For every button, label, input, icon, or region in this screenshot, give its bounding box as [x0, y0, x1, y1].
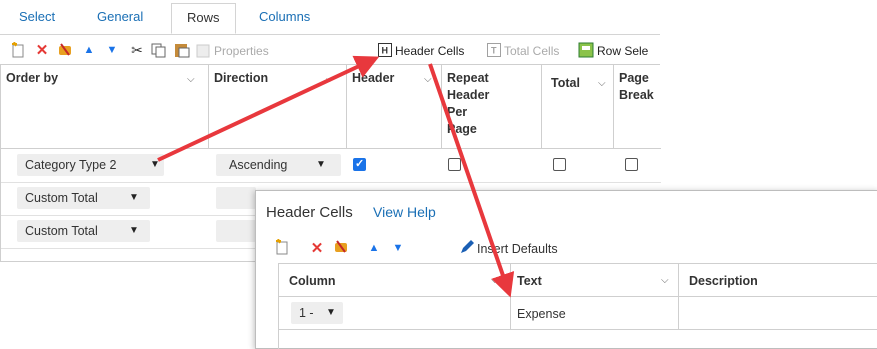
move-down-icon[interactable]: ▼	[104, 42, 120, 58]
direction-dropdown[interactable]: Ascending ▼	[216, 154, 341, 176]
text-cell[interactable]: Expense	[511, 297, 679, 330]
column-header-label: Header	[352, 71, 395, 85]
delete-icon[interactable]: ✕	[34, 42, 50, 59]
column-header-header[interactable]: Header ⌵	[347, 65, 442, 149]
tab-general[interactable]: General	[97, 9, 143, 24]
pencil-icon[interactable]	[459, 239, 475, 255]
paste-icon[interactable]	[174, 42, 190, 58]
direction-dropdown[interactable]	[216, 220, 256, 242]
move-down-icon[interactable]: ▼	[390, 240, 406, 256]
column-header-label-line: Per	[447, 105, 468, 119]
dialog-title: Header Cells	[266, 204, 353, 221]
insert-defaults-button[interactable]: Insert Defaults	[477, 242, 558, 256]
move-up-icon[interactable]: ▲	[81, 42, 97, 58]
chevron-down-icon[interactable]: ⌵	[424, 71, 432, 88]
caret-down-icon: ▼	[326, 307, 336, 318]
column-header-label: Text	[517, 274, 542, 288]
header-cells-grid: Column ⌵ Text ⌵ Description 1 - ▼ Expens…	[278, 263, 877, 349]
dropdown-value: 1 -	[299, 306, 314, 320]
column-header-label-line: Repeat	[447, 71, 489, 85]
tab-select[interactable]: Select	[19, 9, 55, 24]
chevron-down-icon[interactable]: ⌵	[187, 71, 195, 88]
page-break-checkbox[interactable]	[625, 158, 638, 171]
caret-down-icon: ▼	[129, 192, 139, 203]
column-header-label-line: Header	[447, 88, 490, 102]
order-by-dropdown[interactable]: Category Type 2 ▼	[17, 154, 164, 176]
dropdown-value: Category Type 2	[25, 158, 117, 172]
column-header-description[interactable]: Description	[679, 264, 877, 297]
header-checkbox[interactable]	[353, 157, 366, 171]
new-icon[interactable]	[274, 239, 290, 255]
rows-toolbar: ✕ ▲ ▼ ✂ Properties H Header Cells T Tota…	[0, 38, 660, 64]
order-by-dropdown[interactable]: Custom Total ▼	[17, 220, 150, 242]
header-cells-icon[interactable]: H	[377, 42, 393, 58]
total-checkbox[interactable]	[553, 158, 566, 171]
direction-dropdown[interactable]	[216, 187, 256, 209]
column-header-label: Total	[551, 76, 580, 90]
column-header-label: Order by	[6, 71, 59, 85]
column-header-repeat-header-per-page[interactable]: Repeat Header Per Page	[442, 65, 542, 149]
delete-icon[interactable]: ✕	[309, 240, 325, 257]
description-cell[interactable]	[679, 297, 877, 330]
properties-icon	[196, 42, 212, 58]
column-header-label-line: Page	[447, 122, 477, 136]
new-icon[interactable]	[10, 42, 26, 58]
column-header-label-line: Break	[619, 88, 654, 102]
total-cells-icon: T	[486, 42, 502, 58]
column-header-page-break[interactable]: Page Break	[614, 65, 661, 149]
chevron-down-icon[interactable]: ⌵	[491, 275, 499, 286]
column-header-label-line: Page	[619, 71, 649, 85]
svg-text:T: T	[491, 46, 497, 56]
dropdown-value: Custom Total	[25, 191, 98, 205]
column-dropdown[interactable]: 1 - ▼	[291, 302, 343, 324]
column-header-label: Column	[289, 274, 336, 288]
caret-down-icon: ▼	[316, 159, 326, 170]
move-up-icon[interactable]: ▲	[366, 240, 382, 256]
column-header-direction[interactable]: Direction ⌵	[209, 65, 347, 149]
tab-bar: Select General Rows Columns	[0, 0, 660, 35]
view-help-link[interactable]: View Help	[373, 204, 436, 220]
properties-button: Properties	[214, 44, 269, 58]
column-header-column[interactable]: Column ⌵	[279, 264, 511, 297]
cut-icon[interactable]: ✂	[129, 42, 145, 58]
caret-down-icon: ▼	[129, 225, 139, 236]
tab-columns[interactable]: Columns	[259, 9, 310, 24]
clear-icon[interactable]	[57, 42, 73, 58]
row-select-icon[interactable]	[578, 42, 594, 58]
header-cells-dialog: Header Cells View Help ✕ ▲ ▼ Insert Defa…	[255, 190, 877, 349]
column-header-label: Description	[689, 274, 758, 288]
order-by-dropdown[interactable]: Custom Total ▼	[17, 187, 150, 209]
column-header-label: Direction	[214, 71, 269, 85]
tab-rows[interactable]: Rows	[171, 3, 236, 34]
clear-icon[interactable]	[333, 239, 349, 255]
total-cells-button: Total Cells	[504, 44, 560, 58]
caret-down-icon: ▼	[150, 159, 160, 170]
column-header-order-by[interactable]: Order by ⌵	[1, 65, 209, 149]
repeat-header-checkbox[interactable]	[448, 158, 461, 171]
column-header-total[interactable]: Total ⌵	[542, 65, 614, 149]
chevron-down-icon[interactable]: ⌵	[661, 275, 669, 286]
column-cell: 1 - ▼	[279, 297, 511, 330]
table-row: Category Type 2 ▼ Ascending ▼	[1, 149, 661, 183]
chevron-down-icon[interactable]: ⌵	[598, 75, 606, 92]
dropdown-value: Ascending	[229, 158, 288, 172]
column-header-text[interactable]: Text ⌵	[511, 264, 679, 297]
cell-value: Expense	[517, 307, 566, 321]
header-cells-button[interactable]: Header Cells	[395, 44, 464, 58]
chevron-down-icon[interactable]: ⌵	[326, 71, 334, 88]
dropdown-value: Custom Total	[25, 224, 98, 238]
row-select-button[interactable]: Row Sele	[597, 44, 648, 58]
copy-icon[interactable]	[151, 42, 167, 58]
svg-text:H: H	[382, 46, 389, 56]
